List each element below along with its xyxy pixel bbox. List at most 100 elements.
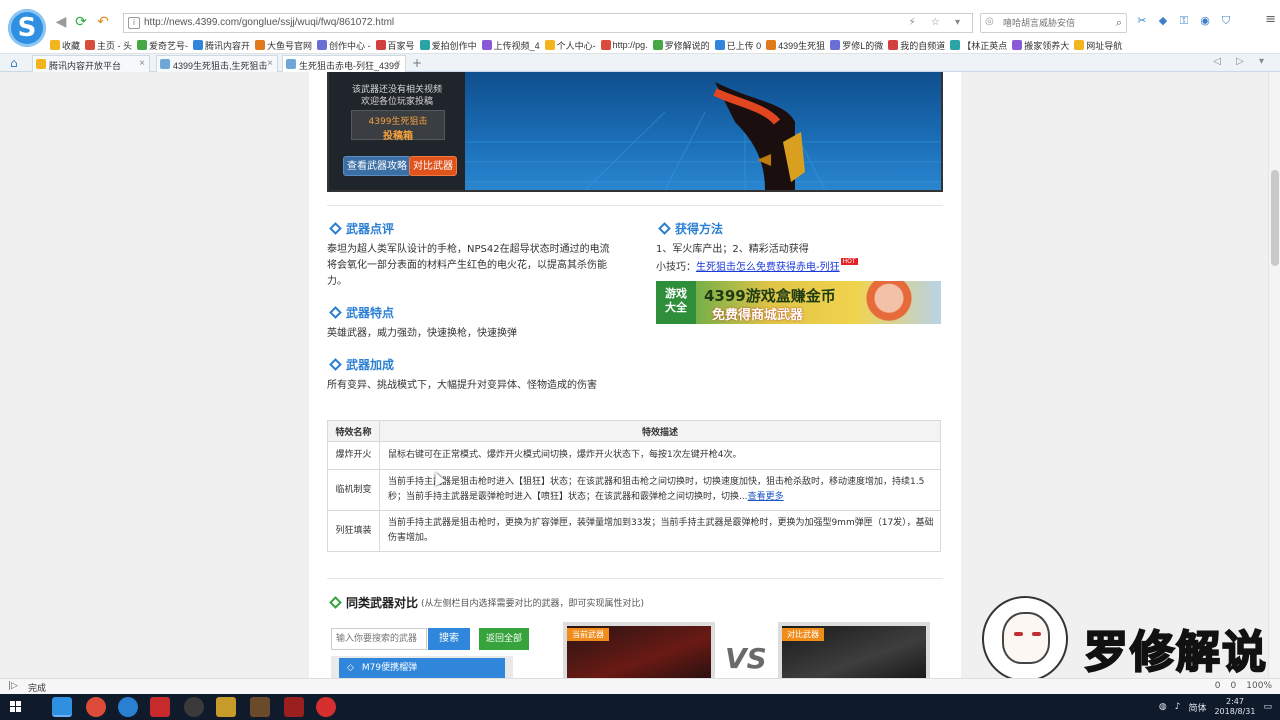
taskbar-app-icon[interactable] xyxy=(216,697,236,717)
tip-link[interactable]: 生死狙击怎么免费获得赤电-列狂 xyxy=(696,262,840,273)
taskbar-netease-icon[interactable] xyxy=(316,697,336,717)
scissors-icon[interactable]: ✂ xyxy=(1136,14,1148,28)
bookmark-favicon-icon xyxy=(600,40,611,50)
weapon-search-button[interactable]: 搜索 xyxy=(428,628,470,650)
section-title-text: 武器加成 xyxy=(346,358,395,372)
tab-active-weapon[interactable]: 生死狙击赤电-列狂_4399 × xyxy=(282,55,406,72)
bookmark-item[interactable]: 百家号 xyxy=(375,37,420,53)
view-more-link[interactable]: 查看更多 xyxy=(748,492,784,502)
bookmark-item[interactable]: 主页 - 头 xyxy=(85,37,137,53)
taskbar-app-icon[interactable] xyxy=(184,697,204,717)
shield-icon[interactable]: ⛉ xyxy=(1220,14,1232,28)
bookmark-favicon-icon xyxy=(375,40,386,50)
bookmark-label: 大鱼号官网 xyxy=(267,40,313,51)
sogou-browser-logo[interactable]: S xyxy=(8,9,46,47)
page-info-icon[interactable]: i xyxy=(128,17,140,29)
taskbar-sogou-browser-icon[interactable] xyxy=(52,697,72,717)
taskbar-app-icon[interactable] xyxy=(150,697,170,717)
weibo-icon[interactable]: ◉ xyxy=(1199,14,1211,28)
address-actions[interactable]: ⚡ ☆ ▾ xyxy=(909,17,966,28)
home-icon[interactable]: ⌂ xyxy=(10,56,18,70)
compare-weapon-card[interactable]: 对比武器 xyxy=(778,622,930,678)
submission-box[interactable]: 4399生死狙击 投稿箱 xyxy=(351,110,445,142)
url-text[interactable]: http://news.4399.com/gonglue/ssjj/wuqi/f… xyxy=(144,17,394,28)
taskbar-game-icon[interactable] xyxy=(250,697,270,717)
bookmark-item[interactable]: 创作中心 - xyxy=(317,37,376,53)
taskbar-app-icon[interactable] xyxy=(284,697,304,717)
tab-scroll-controls[interactable]: ◁ ▷ ▾ xyxy=(1213,56,1270,67)
status-count: 0 xyxy=(1214,681,1221,691)
current-weapon-card[interactable]: 当前武器 xyxy=(563,622,715,678)
zoom-level[interactable]: 100% xyxy=(1246,681,1272,691)
bookmark-item[interactable]: http://pg. xyxy=(600,37,653,53)
undo-icon[interactable]: ↶ xyxy=(95,14,111,30)
diamond-bullet-icon xyxy=(329,596,342,609)
tab-4399-ssjj[interactable]: 4399生死狙击,生死狙击 × xyxy=(156,55,278,72)
bookmark-item[interactable]: 罗修L的微 xyxy=(830,37,888,53)
bookmark-favicon-icon xyxy=(317,40,328,50)
section-title-text: 获得方法 xyxy=(675,222,724,236)
address-bar[interactable]: i http://news.4399.com/gonglue/ssjj/wuqi… xyxy=(123,13,973,33)
bookmark-item[interactable]: 我的自频道 xyxy=(888,37,950,53)
taskbar-chrome-icon[interactable] xyxy=(86,697,106,717)
diamond-bullet-icon xyxy=(329,222,342,235)
key-icon[interactable]: ⚿ xyxy=(1178,14,1190,28)
browser-search-input[interactable] xyxy=(981,14,1101,32)
browser-search-box[interactable]: ◎ ⌕ xyxy=(980,13,1127,33)
bookmark-item[interactable]: 网址导航 xyxy=(1074,37,1127,53)
search-engine-icon[interactable]: ◎ xyxy=(985,16,994,27)
taskbar-qq-browser-icon[interactable] xyxy=(118,697,138,717)
bookmark-favicon-icon xyxy=(950,40,961,50)
windows-start-icon[interactable] xyxy=(10,701,22,713)
bookmark-item[interactable]: 爱奇艺号- xyxy=(137,37,193,53)
scrollbar-thumb[interactable] xyxy=(1271,170,1279,266)
back-arrow-icon[interactable]: ◀ xyxy=(53,14,69,30)
weapon-list-item[interactable]: ◇ M79便携榴弹 xyxy=(339,658,505,678)
ime-indicator[interactable]: 简体 xyxy=(1188,701,1206,714)
tray-network-icon[interactable]: ◍ xyxy=(1159,702,1167,712)
mask-eye-icon xyxy=(1014,632,1023,636)
return-all-button[interactable]: 返回全部 xyxy=(479,628,529,650)
section-title: 武器特点 xyxy=(329,304,394,321)
bookmark-item[interactable]: 爱拍创作中 xyxy=(419,37,482,53)
bookmark-item[interactable]: 个人中心- xyxy=(544,37,601,53)
close-icon[interactable]: × xyxy=(267,58,273,69)
bookmark-item[interactable]: 罗修解说的 xyxy=(652,37,715,53)
close-icon[interactable]: × xyxy=(139,58,145,69)
extension-icon[interactable]: ◆ xyxy=(1157,14,1169,28)
divider xyxy=(327,205,943,206)
bookmark-item[interactable]: 上传视频_4 xyxy=(481,37,545,53)
bookmark-item[interactable]: 【林正英点 xyxy=(950,37,1012,53)
bookmark-item[interactable]: 大鱼号官网 xyxy=(255,37,317,53)
bookmark-favicon-icon xyxy=(714,40,725,50)
effect-desc: 当前手持主武器是狙击枪时进入【狙狂】状态；在该武器和狙击枪之间切换时，切换速度加… xyxy=(388,477,925,502)
page-scrollbar[interactable] xyxy=(1268,72,1280,678)
refresh-icon[interactable]: ⟳ xyxy=(73,14,89,30)
compare-weapon-button[interactable]: 对比武器 xyxy=(409,156,457,176)
clock-time: 2:47 xyxy=(1225,697,1244,706)
bookmark-item[interactable]: 4399生死狙 xyxy=(766,37,830,53)
weapon-list: ◇ M79便携榴弹 xyxy=(331,656,513,678)
ad-game-logo: 游戏 大全 xyxy=(656,281,696,324)
new-tab-plus-icon[interactable]: + xyxy=(412,56,422,70)
tab-label: 生死狙击赤电-列狂_4399 xyxy=(299,61,400,71)
ad-headline: 4399游戏盒赚金币 xyxy=(704,287,836,305)
bookmark-label: 4399生死狙 xyxy=(778,40,826,51)
bookmark-item[interactable]: 收藏 xyxy=(50,37,85,53)
bookmark-item[interactable]: 搬家领养大 xyxy=(1012,37,1074,53)
system-clock[interactable]: 2:47 2018/8/31 xyxy=(1214,697,1255,717)
bookmark-label: 百家号 xyxy=(387,40,415,51)
weapon-search-input[interactable] xyxy=(331,628,427,650)
bookmark-item[interactable]: 已上传 0 xyxy=(714,37,767,53)
search-icon[interactable]: ⌕ xyxy=(1116,16,1122,30)
ad-banner[interactable]: 游戏 大全 4399游戏盒赚金币 免费得商城武器 xyxy=(656,281,941,324)
section-title: 武器点评 xyxy=(329,220,394,237)
view-guide-button[interactable]: 查看武器攻略 xyxy=(343,156,411,176)
tab-tencent[interactable]: 腾讯内容开放平台 × xyxy=(32,55,150,72)
close-icon[interactable]: × xyxy=(395,58,401,69)
tray-volume-icon[interactable]: ♪ xyxy=(1175,702,1181,712)
divider xyxy=(327,578,943,579)
bookmark-item[interactable]: 腾讯内容开 xyxy=(193,37,255,53)
menu-icon[interactable]: ≡ xyxy=(1265,12,1276,27)
notification-icon[interactable]: ▭ xyxy=(1263,702,1272,712)
